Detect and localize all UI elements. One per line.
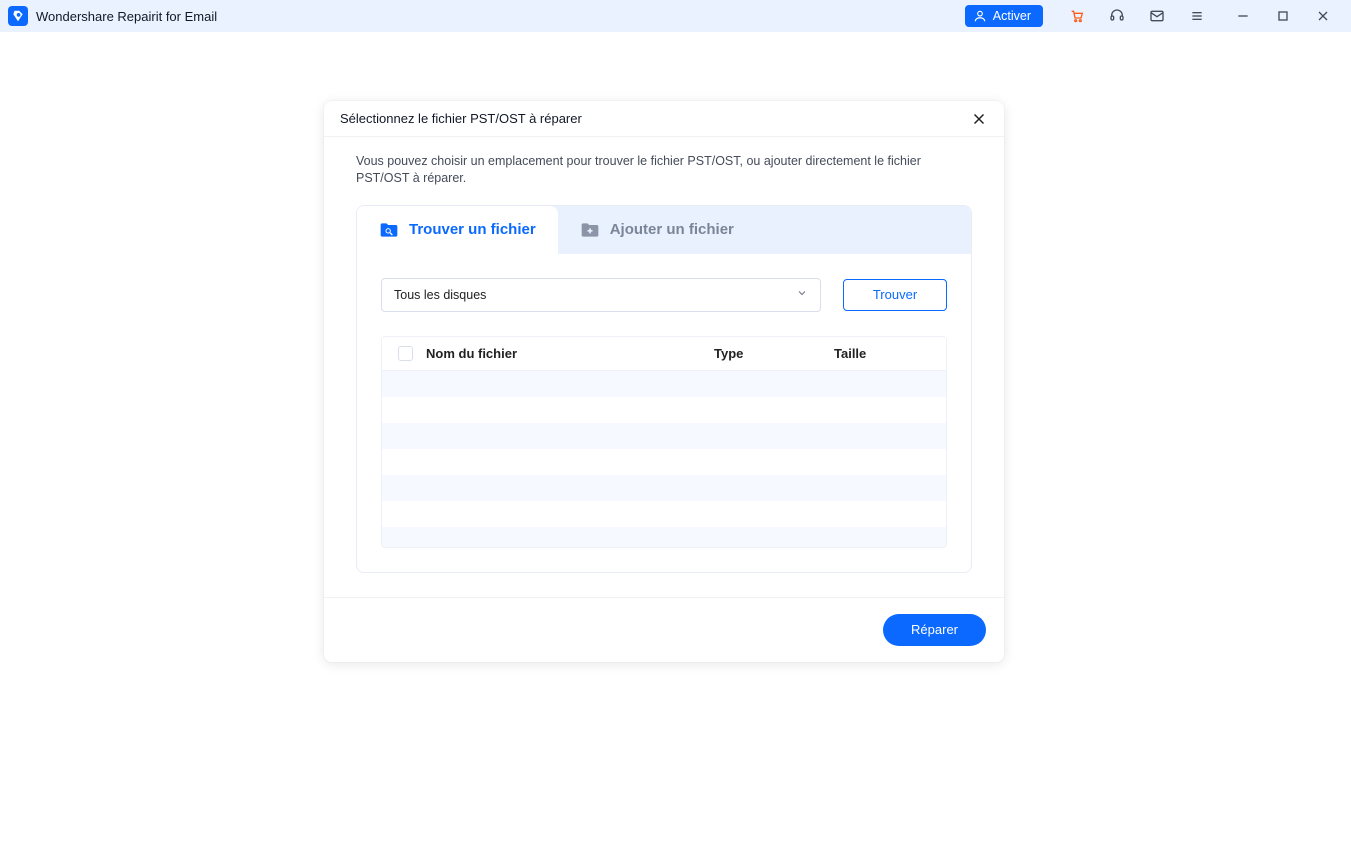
table-row [382, 501, 946, 527]
titlebar: Wondershare Repairit for Email Activer [0, 0, 1351, 32]
window-controls [1223, 6, 1343, 26]
chevron-down-icon [796, 287, 808, 302]
support-icon[interactable] [1107, 6, 1127, 26]
select-file-dialog: Sélectionnez le fichier PST/OST à répare… [324, 101, 1004, 662]
disk-select-value: Tous les disques [394, 288, 486, 302]
column-size: Taille [834, 346, 934, 361]
tabs: Trouver un fichier Ajouter un fichier [357, 206, 971, 254]
dialog-description: Vous pouvez choisir un emplacement pour … [356, 153, 972, 187]
tab-find-file[interactable]: Trouver un fichier [357, 206, 558, 254]
table-row [382, 371, 946, 397]
file-panel: Trouver un fichier Ajouter un fichier To… [356, 205, 972, 573]
tab-add-file[interactable]: Ajouter un fichier [558, 206, 756, 254]
table-row [382, 423, 946, 449]
close-dialog-icon[interactable] [970, 110, 988, 128]
disk-select[interactable]: Tous les disques [381, 278, 821, 312]
table-row [382, 475, 946, 501]
file-table: Nom du fichier Type Taille [381, 336, 947, 548]
activate-label: Activer [993, 9, 1031, 23]
table-row [382, 397, 946, 423]
mail-icon[interactable] [1147, 6, 1167, 26]
dialog-header: Sélectionnez le fichier PST/OST à répare… [324, 101, 1004, 137]
menu-icon[interactable] [1187, 6, 1207, 26]
app-logo-icon [8, 6, 28, 26]
folder-add-icon [580, 221, 600, 239]
column-filename: Nom du fichier [426, 346, 714, 361]
repair-button[interactable]: Réparer [883, 614, 986, 646]
activate-button[interactable]: Activer [965, 5, 1043, 27]
tab-find-label: Trouver un fichier [409, 221, 536, 238]
folder-search-icon [379, 221, 399, 239]
table-row [382, 527, 946, 547]
app-title: Wondershare Repairit for Email [36, 9, 217, 24]
cart-icon[interactable] [1067, 6, 1087, 26]
table-header: Nom du fichier Type Taille [382, 337, 946, 371]
dialog-title: Sélectionnez le fichier PST/OST à répare… [340, 111, 582, 126]
maximize-icon[interactable] [1273, 6, 1293, 26]
tab-add-label: Ajouter un fichier [610, 221, 734, 238]
select-all-checkbox[interactable] [398, 346, 413, 361]
dialog-footer: Réparer [324, 597, 1004, 662]
column-type: Type [714, 346, 834, 361]
minimize-icon[interactable] [1233, 6, 1253, 26]
table-row [382, 449, 946, 475]
find-button[interactable]: Trouver [843, 279, 947, 311]
close-window-icon[interactable] [1313, 6, 1333, 26]
